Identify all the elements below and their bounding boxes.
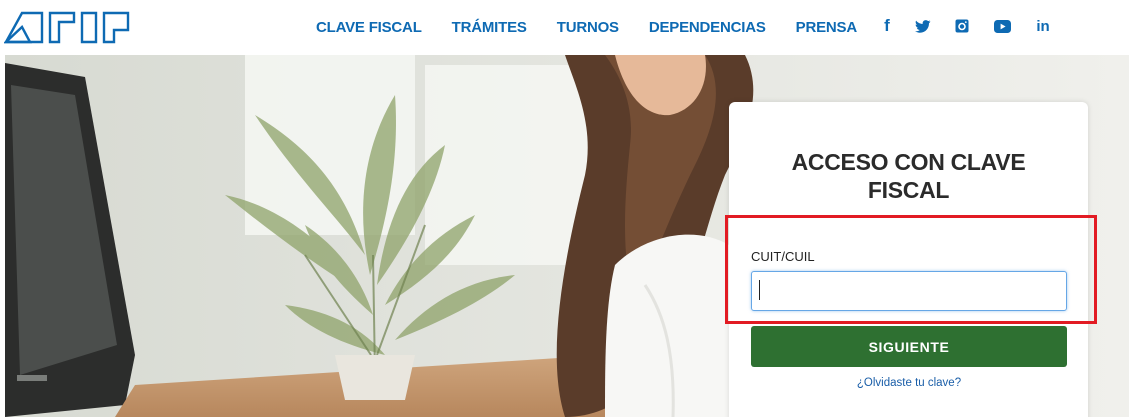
nav-prensa[interactable]: PRENSA [796, 19, 858, 36]
nav-clave-fiscal[interactable]: CLAVE FISCAL [316, 19, 422, 36]
afip-logo[interactable] [4, 10, 149, 44]
social-links: f in [882, 15, 1052, 37]
text-caret [759, 280, 760, 300]
siguiente-button[interactable]: SIGUIENTE [751, 326, 1067, 367]
linkedin-icon[interactable]: in [1034, 15, 1052, 37]
login-title: ACCESO CON CLAVE FISCAL [791, 149, 1026, 203]
instagram-icon[interactable] [954, 15, 970, 37]
facebook-icon[interactable]: f [882, 15, 892, 37]
nav-dependencias[interactable]: DEPENDENCIAS [649, 19, 766, 36]
nav-tramites[interactable]: TRÁMITES [452, 19, 527, 36]
nav-turnos[interactable]: TURNOS [557, 19, 619, 36]
twitter-icon[interactable] [914, 15, 932, 37]
main-nav: CLAVE FISCAL TRÁMITES TURNOS DEPENDENCIA… [316, 16, 857, 38]
youtube-icon[interactable] [992, 15, 1012, 37]
forgot-password-link[interactable]: ¿Olvidaste tu clave? [751, 377, 1067, 389]
cuit-input[interactable] [751, 271, 1067, 311]
cuit-field-label: CUIT/CUIL [751, 249, 815, 264]
header: CLAVE FISCAL TRÁMITES TURNOS DEPENDENCIA… [0, 0, 1129, 55]
